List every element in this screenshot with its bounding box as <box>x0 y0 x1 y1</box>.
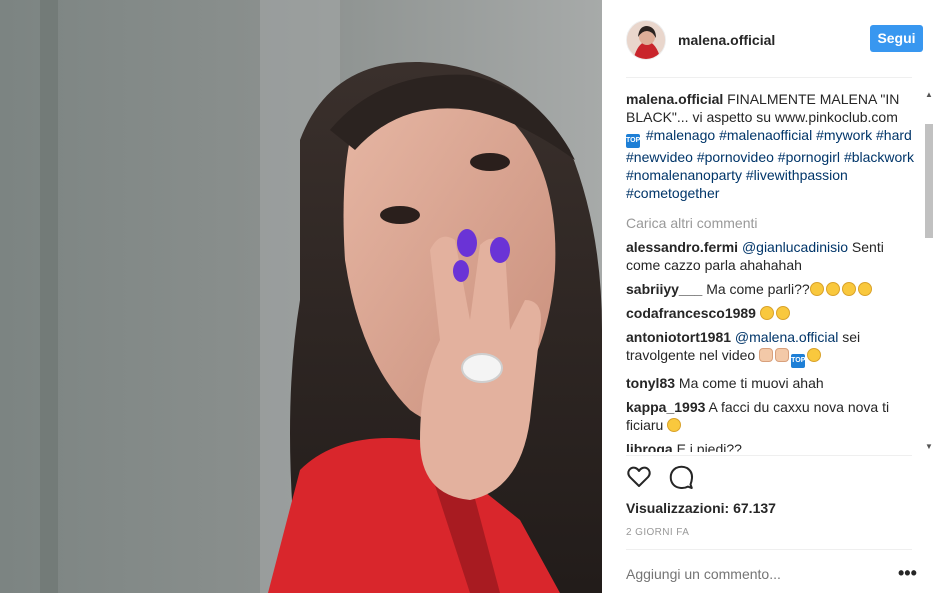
hashtag[interactable]: #pornovideo <box>697 149 774 165</box>
avatar-image <box>627 21 665 59</box>
comment-item: tonyl83 Ma come ti muovi ahah <box>626 374 916 392</box>
comment-username[interactable]: antoniotort1981 <box>626 329 731 345</box>
comment-item: kappa_1993 A facci du caxxu nova nova ti… <box>626 398 916 434</box>
comment-item: alessandro.fermi @gianlucadinisio Senti … <box>626 238 916 274</box>
caption: malena.official FINALMENTE MALENA "IN BL… <box>626 90 916 202</box>
flushed-emoji-icon <box>807 348 822 362</box>
post-username[interactable]: malena.official <box>678 32 775 48</box>
comment-mention[interactable]: @gianlucadinisio <box>742 239 848 255</box>
comment-text: Ma come ti muovi ahah <box>678 375 824 391</box>
scrollbar-thumb[interactable] <box>925 124 933 238</box>
top-badge-icon: TOP <box>626 134 640 148</box>
post-actions <box>626 464 694 492</box>
add-comment-input[interactable] <box>626 566 874 582</box>
hashtag[interactable]: #newvideo <box>626 149 693 165</box>
heart-eyes-emoji-icon <box>759 306 774 320</box>
hashtag[interactable]: #hard <box>876 127 912 143</box>
hashtag[interactable]: #cometogether <box>626 185 719 201</box>
comment-item: codafrancesco1989 <box>626 304 916 322</box>
comment-username[interactable]: sabriiyy___ <box>626 281 702 297</box>
ellipsis-icon[interactable]: ••• <box>898 564 917 582</box>
hashtag[interactable]: #mywork <box>816 127 872 143</box>
avatar[interactable] <box>626 20 666 60</box>
hashtag[interactable]: #malenaofficial <box>719 127 812 143</box>
post-header: malena.official Segui <box>626 18 923 62</box>
comment-username[interactable]: libroga <box>626 441 673 452</box>
comment-text: E i piedi?? <box>676 441 742 452</box>
comment-username[interactable]: codafrancesco1989 <box>626 305 756 321</box>
hashtag[interactable]: #pornogirl <box>778 149 840 165</box>
caption-username[interactable]: malena.official <box>626 91 723 107</box>
scroll-down-arrow-icon[interactable]: ▼ <box>924 442 934 452</box>
comments-list: malena.official FINALMENTE MALENA "IN BL… <box>626 90 916 452</box>
hashtag[interactable]: #malenago <box>646 127 715 143</box>
clap-emoji-icon <box>775 348 790 362</box>
kiss-emoji-icon <box>775 306 790 320</box>
views-value: 67.137 <box>733 500 776 516</box>
post-timestamp[interactable]: 2 GIORNI FA <box>626 527 689 538</box>
video-frame-illustration <box>0 0 602 593</box>
hashtag[interactable]: #livewithpassion <box>746 167 848 183</box>
laughing-emoji-icon <box>825 282 840 296</box>
comment-item: libroga E i piedi?? <box>626 440 916 452</box>
top-badge-icon: TOP <box>791 354 805 368</box>
laughing-emoji-icon <box>667 418 682 432</box>
post-media-video[interactable] <box>0 0 602 593</box>
follow-button[interactable]: Segui <box>870 25 923 52</box>
views-count: Visualizzazioni: 67.137 <box>626 500 776 516</box>
comment-text: Ma come parli?? <box>706 281 810 297</box>
laughing-emoji-icon <box>809 282 824 296</box>
laughing-emoji-icon <box>841 282 856 296</box>
views-label: Visualizzazioni: <box>626 500 730 516</box>
post-details-panel: malena.official Segui malena.official FI… <box>602 0 936 593</box>
hashtag[interactable]: #blackwork <box>844 149 914 165</box>
comments-scrollbar[interactable]: ▲ ▼ <box>922 90 936 452</box>
comment-username[interactable]: alessandro.fermi <box>626 239 738 255</box>
comment-input-divider <box>626 549 912 550</box>
actions-divider <box>626 455 912 456</box>
hashtag[interactable]: #nomalenanoparty <box>626 167 742 183</box>
heart-outline-icon[interactable] <box>626 464 652 490</box>
speech-bubble-icon[interactable] <box>668 464 694 490</box>
clap-emoji-icon <box>759 348 774 362</box>
comment-item: sabriiyy___ Ma come parli?? <box>626 280 916 298</box>
comment-mention[interactable]: @malena.official <box>735 329 838 345</box>
header-divider <box>626 77 912 78</box>
comment-username[interactable]: tonyl83 <box>626 375 675 391</box>
comment-item: antoniotort1981 @malena.official sei tra… <box>626 328 916 368</box>
scroll-up-arrow-icon[interactable]: ▲ <box>924 90 934 100</box>
load-more-comments[interactable]: Carica altri commenti <box>626 214 916 232</box>
laughing-emoji-icon <box>857 282 872 296</box>
comment-username[interactable]: kappa_1993 <box>626 399 705 415</box>
